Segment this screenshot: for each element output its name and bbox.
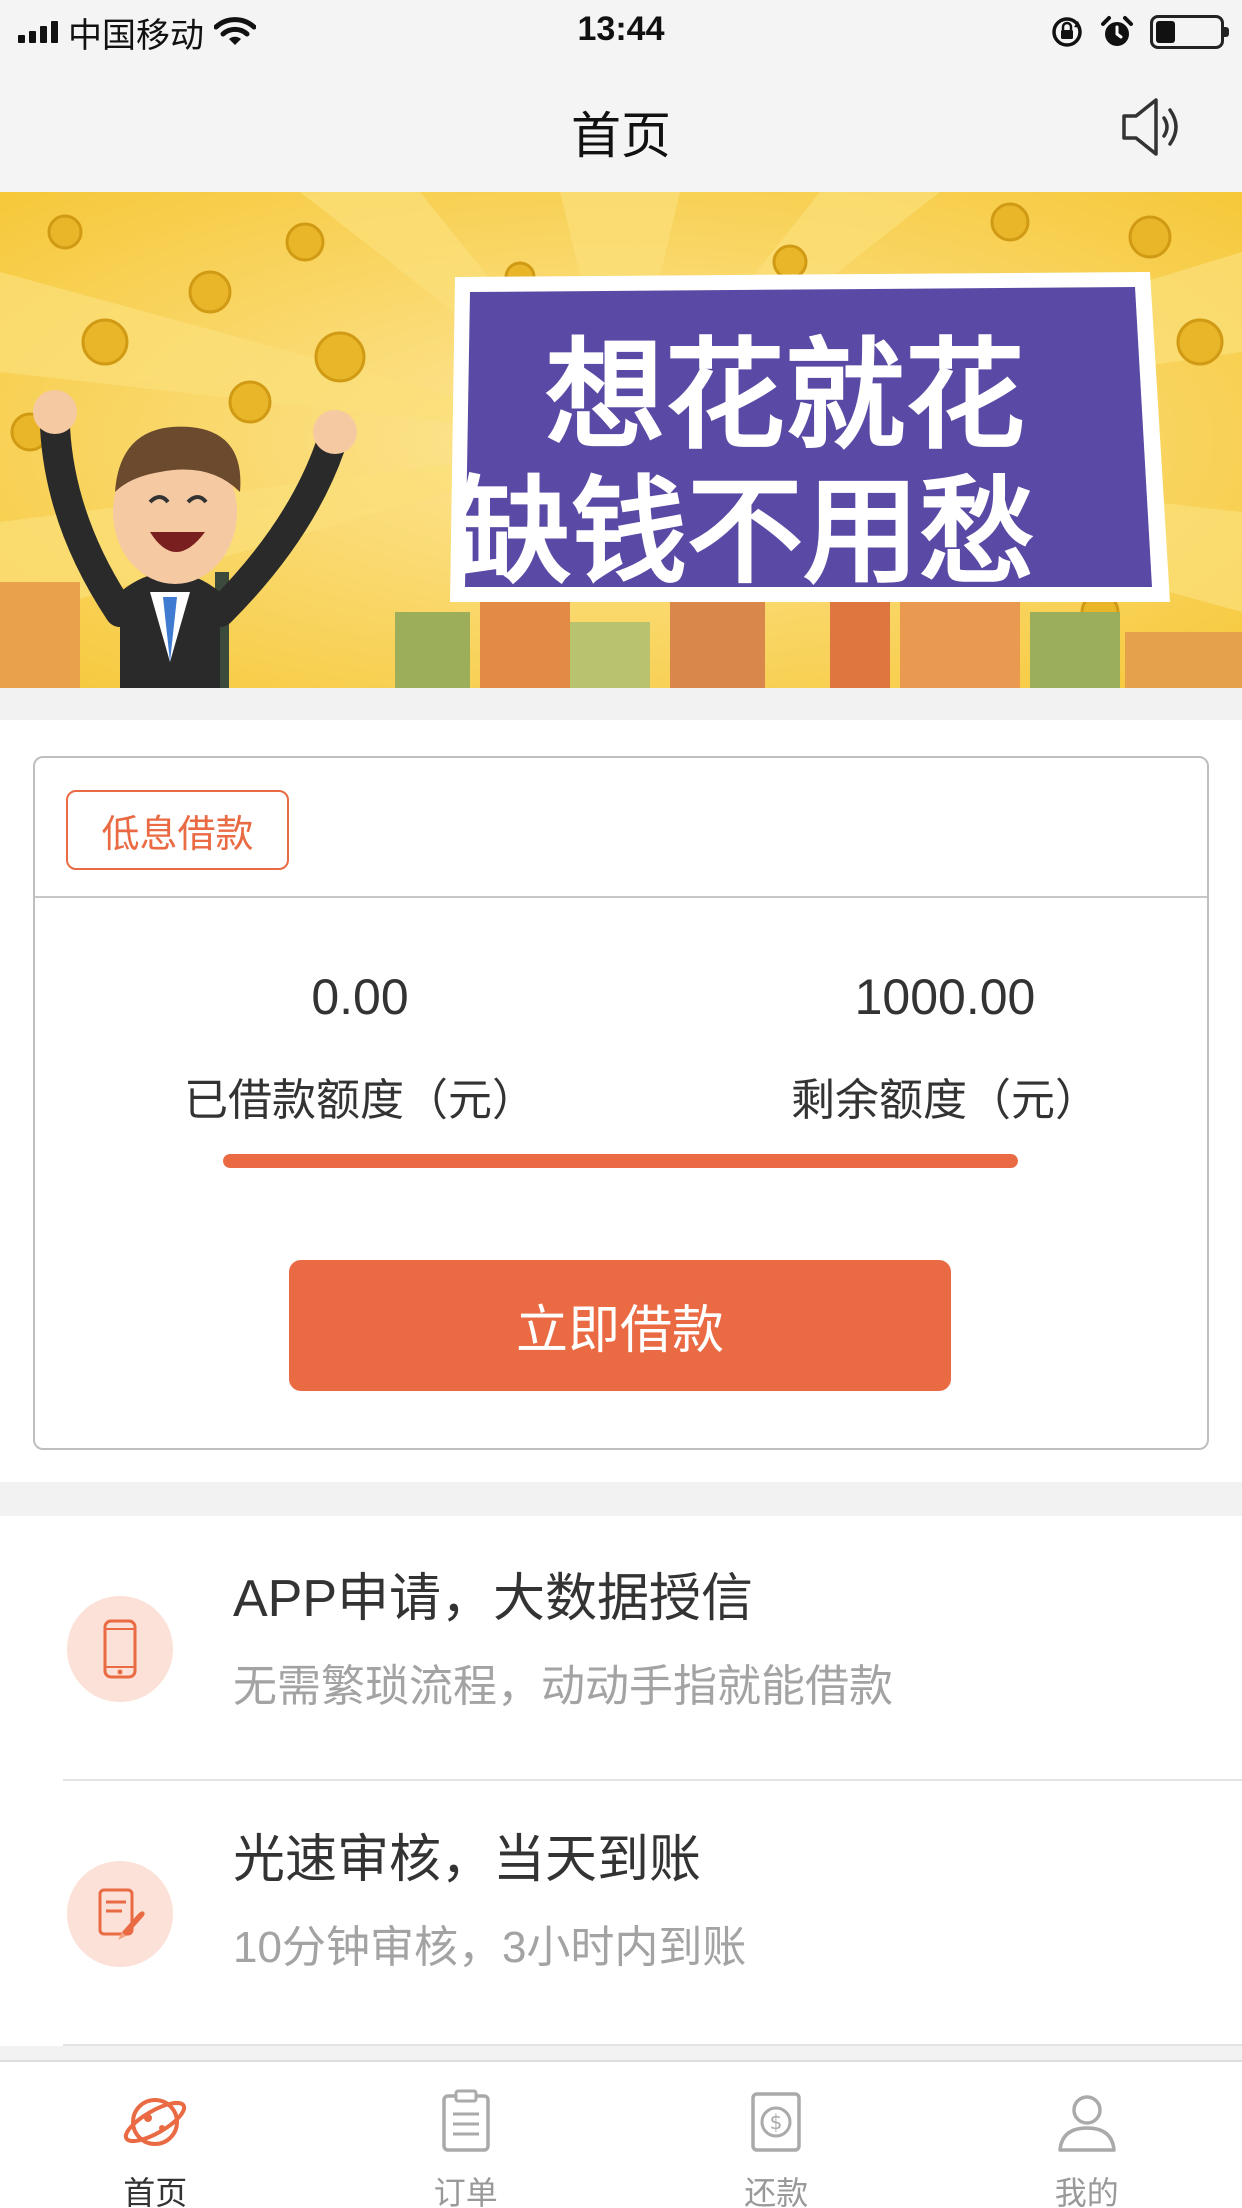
remaining-value: 1000.00: [854, 969, 1036, 1025]
banner-illustration: 想花就花 缺钱不用愁: [0, 192, 1242, 688]
card-header: 低息借款: [35, 758, 1207, 898]
divider: [63, 2044, 1242, 2046]
feature-subtitle: 10分钟审核，3小时内到账: [233, 1923, 747, 1972]
svg-text:$: $: [770, 2110, 783, 2134]
borrowed-value: 0.00: [311, 969, 409, 1025]
borrowed-label: 已借款额度（元）: [184, 1076, 536, 1125]
tab-bar: 首页 订单 $ 还款 我的: [0, 2060, 1242, 2208]
promo-banner[interactable]: 想花就花 缺钱不用愁: [0, 192, 1242, 688]
tab-label: 我的: [1054, 2175, 1119, 2208]
feature-title: 光速审核，当天到账: [233, 1831, 702, 1889]
list-item: APP申请，大数据授信 无需繁琐流程，动动手指就能借款: [0, 1516, 1242, 1781]
tab-label: 首页: [123, 2175, 188, 2208]
remaining-stat: 1000.00 剩余额度（元）: [705, 968, 1185, 1128]
phone-icon: [103, 1619, 137, 1679]
feature-title: APP申请，大数据授信: [233, 1570, 754, 1628]
phone-icon-badge: [67, 1596, 173, 1702]
tab-label: 订单: [433, 2175, 498, 2208]
tab-repay[interactable]: $ 还款: [621, 2062, 932, 2208]
status-bar: 中国移动 13:44: [0, 0, 1242, 62]
rotation-lock-icon: [1052, 17, 1082, 47]
tab-label: 还款: [744, 2175, 809, 2208]
loan-section: 低息借款 0.00 已借款额度（元） 1000.00 剩余额度（元） 立即借款: [0, 720, 1242, 1482]
credit-progress-fill: [223, 1154, 1018, 1168]
tab-mine[interactable]: 我的: [932, 2062, 1242, 2208]
nav-bar: 首页: [0, 62, 1242, 192]
borrow-now-button[interactable]: 立即借款: [289, 1260, 951, 1391]
alarm-icon: [1101, 16, 1133, 46]
low-interest-tag: 低息借款: [66, 790, 289, 870]
page-title: 首页: [571, 108, 671, 164]
document-rocket-icon-badge: [67, 1861, 173, 1967]
features-list: APP申请，大数据授信 无需繁琐流程，动动手指就能借款 光速审核，当天到账 10…: [0, 1516, 1242, 2046]
speaker-icon[interactable]: [1116, 92, 1186, 162]
planet-icon: [124, 2098, 187, 2146]
banner-line1: 想花就花: [545, 327, 1025, 466]
credit-progress-bar: [223, 1154, 1018, 1168]
tab-orders[interactable]: 订单: [311, 2062, 622, 2208]
list-item: 光速审核，当天到账 10分钟审核，3小时内到账: [0, 1781, 1242, 2046]
battery-icon: [1150, 15, 1229, 49]
loan-card: 低息借款 0.00 已借款额度（元） 1000.00 剩余额度（元） 立即借款: [33, 756, 1209, 1450]
document-rocket-icon: [98, 1888, 145, 1940]
repay-icon: $: [751, 2092, 801, 2152]
clipboard-icon: [442, 2089, 490, 2152]
feature-subtitle: 无需繁琐流程，动动手指就能借款: [233, 1662, 893, 1711]
remaining-label: 剩余额度（元）: [791, 1076, 1099, 1125]
banner-line2: 缺钱不用愁: [455, 465, 1035, 600]
borrowed-stat: 0.00 已借款额度（元）: [120, 968, 600, 1128]
status-right: [1050, 12, 1229, 52]
user-icon: [1058, 2095, 1116, 2152]
tab-home[interactable]: 首页: [0, 2062, 311, 2208]
